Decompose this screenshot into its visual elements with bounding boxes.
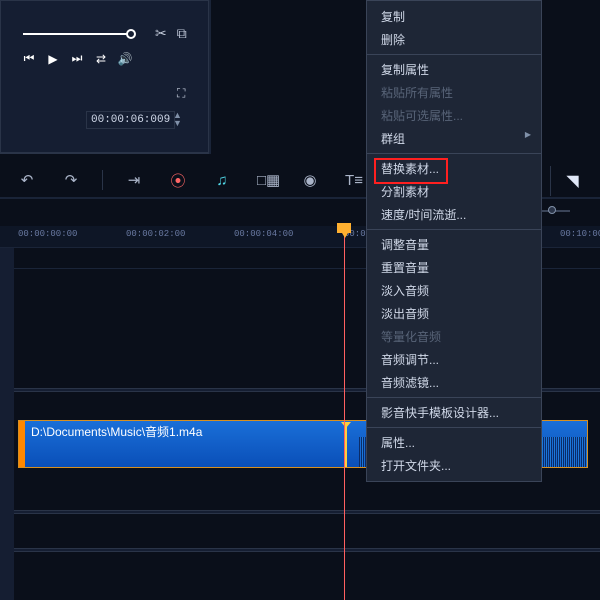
copy-icon[interactable]: ⧉ xyxy=(177,25,187,42)
divider xyxy=(209,0,211,154)
ruler-tick: 00:00:04:00 xyxy=(234,229,293,239)
menu-item[interactable]: 群组 xyxy=(367,127,541,150)
record-icon[interactable]: ⦿ xyxy=(169,170,187,191)
menu-item[interactable]: 音频调节... xyxy=(367,348,541,371)
play-icon[interactable]: ▶ xyxy=(45,52,61,66)
menu-item[interactable]: 重置音量 xyxy=(367,256,541,279)
menu-item[interactable]: 淡出音频 xyxy=(367,302,541,325)
menu-separator xyxy=(367,427,541,428)
next-frame-icon[interactable]: ⏭ xyxy=(69,51,85,66)
menu-separator xyxy=(367,153,541,154)
menu-separator xyxy=(367,54,541,55)
menu-item[interactable]: 替换素材... xyxy=(367,157,541,180)
menu-item[interactable]: 删除 xyxy=(367,28,541,51)
loop-icon[interactable]: ⇄ xyxy=(93,52,109,66)
menu-item[interactable]: 速度/时间流逝... xyxy=(367,203,541,226)
clip-filename: D:\Documents\Music\音频1.m4a xyxy=(31,423,202,440)
seek-knob[interactable] xyxy=(126,29,136,39)
menu-item: 等量化音频 xyxy=(367,325,541,348)
media-icon[interactable]: □▦ xyxy=(257,171,275,189)
menu-item[interactable]: 属性... xyxy=(367,431,541,454)
menu-item: 粘贴可选属性... xyxy=(367,104,541,127)
timecode-stepper[interactable]: ▲▼ xyxy=(173,111,182,127)
preview-panel: ⏮ ▶ ⏭ ⇄ 🔊 ✂ ⧉ ⛶ 00:00:06:009 ▲▼ xyxy=(0,0,209,154)
menu-item[interactable]: 打开文件夹... xyxy=(367,454,541,477)
menu-item[interactable]: 影音快手模板设计器... xyxy=(367,401,541,424)
menu-item[interactable]: 淡入音频 xyxy=(367,279,541,302)
transport-controls: ⏮ ▶ ⏭ ⇄ 🔊 xyxy=(21,51,133,66)
separator xyxy=(102,170,103,190)
fullscreen-icon[interactable]: ⛶ xyxy=(177,86,185,101)
menu-separator xyxy=(367,397,541,398)
title-icon[interactable]: T≡ xyxy=(345,172,363,189)
menu-item[interactable]: 音频滤镜... xyxy=(367,371,541,394)
menu-separator xyxy=(367,229,541,230)
audio-edit-icon[interactable]: ♫ xyxy=(213,172,231,189)
playhead-arrow[interactable] xyxy=(339,228,351,238)
redo-icon[interactable]: ↷ xyxy=(62,171,80,189)
undo-icon[interactable]: ↶ xyxy=(18,171,36,189)
track-header xyxy=(0,248,14,600)
timecode-display[interactable]: 00:00:06:009 xyxy=(86,111,175,129)
menu-item[interactable]: 复制 xyxy=(367,5,541,28)
menu-item[interactable]: 分割素材 xyxy=(367,180,541,203)
cut-icon[interactable]: ✂ xyxy=(155,25,167,42)
playhead-line[interactable] xyxy=(344,226,345,600)
blend-icon[interactable]: ◉ xyxy=(301,171,319,189)
ruler-tick: 00:00:02:00 xyxy=(126,229,185,239)
jump-icon[interactable]: ⇥ xyxy=(125,171,143,189)
menu-item[interactable]: 调整音量 xyxy=(367,233,541,256)
marker-button[interactable]: ◥ xyxy=(550,166,580,196)
prev-frame-icon[interactable]: ⏮ xyxy=(21,51,37,66)
ruler-tick: 00:00:00:00 xyxy=(18,229,77,239)
track-separator xyxy=(0,510,600,514)
seek-bar[interactable] xyxy=(23,33,131,35)
track-separator xyxy=(0,548,600,552)
ruler-tick: 00:10:00 xyxy=(560,229,600,239)
menu-item: 粘贴所有属性 xyxy=(367,81,541,104)
zoom-knob[interactable] xyxy=(548,206,556,214)
clip-trim-left[interactable] xyxy=(19,421,25,467)
volume-icon[interactable]: 🔊 xyxy=(117,52,133,66)
clip-playhead xyxy=(345,423,347,467)
context-menu: 复制删除复制属性粘贴所有属性粘贴可选属性...群组替换素材...分割素材速度/时… xyxy=(366,0,542,482)
menu-item[interactable]: 复制属性 xyxy=(367,58,541,81)
